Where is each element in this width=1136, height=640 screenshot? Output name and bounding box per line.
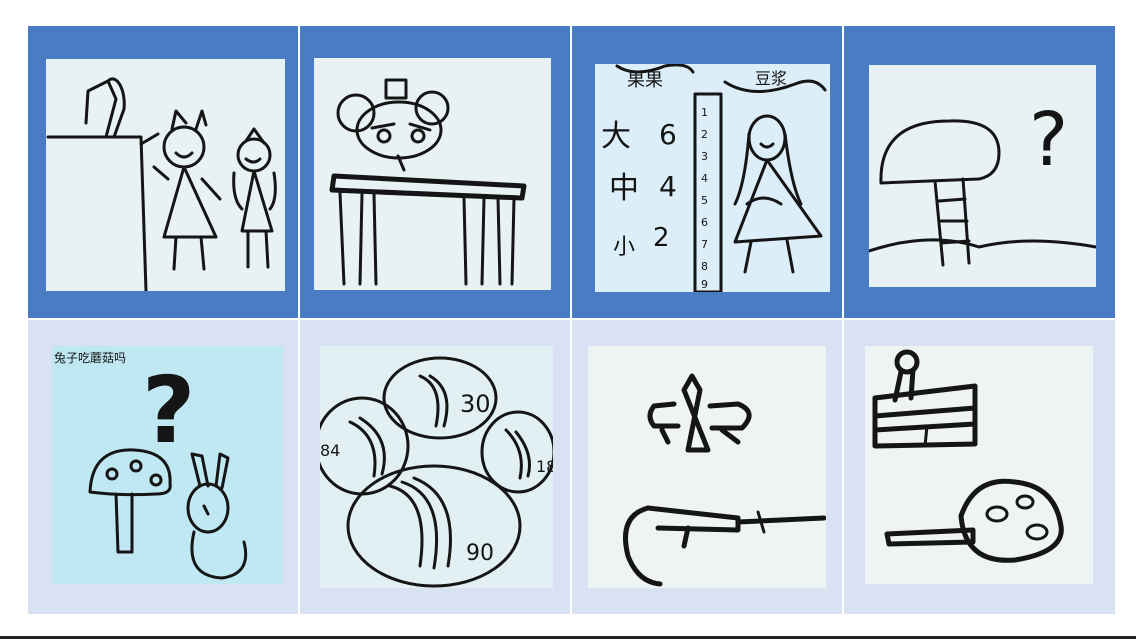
svg-text:5: 5 [701, 194, 708, 207]
panel-7 [572, 320, 842, 614]
size-small-label: 小 [613, 235, 635, 260]
number-90: 90 [466, 541, 494, 566]
svg-text:2: 2 [701, 128, 708, 141]
svg-text:3: 3 [701, 150, 708, 163]
caption-text: 兔子吃蘑菇吗 [54, 350, 126, 365]
drawing-cake-mushroom [865, 346, 1093, 584]
size-mid-label: 中 [609, 171, 639, 206]
drawing-two-girls [46, 59, 285, 291]
svg-text:7: 7 [701, 238, 708, 251]
panel-5: 兔子吃蘑菇吗 ? [28, 320, 298, 614]
svg-text:4: 4 [701, 172, 708, 185]
question-mark: ? [1029, 97, 1068, 183]
svg-text:8: 8 [701, 260, 708, 273]
number-18: 18 [536, 457, 553, 476]
drawing-grid: 果果 豆浆 大 6 中 4 小 2 1 2 3 4 5 6 7 8 9 ? 兔子… [28, 26, 1115, 614]
drawing-tools [588, 346, 826, 588]
drawing-leaves-numbers: 30 84 18 90 [320, 346, 553, 588]
panel-2 [300, 26, 570, 318]
svg-text:1: 1 [701, 106, 708, 119]
drawing-rabbit-mushroom: 兔子吃蘑菇吗 ? [52, 346, 283, 584]
header-right-text: 豆浆 [755, 69, 787, 88]
svg-text:6: 6 [701, 216, 708, 229]
drawing-creature-on-cage [314, 58, 551, 290]
size-small-number: 2 [653, 223, 670, 253]
drawing-mushroom-question: ? [869, 65, 1096, 287]
header-left-text: 果果 [627, 70, 663, 91]
number-84: 84 [320, 441, 340, 460]
size-big-label: 大 [601, 119, 631, 154]
bottom-border [0, 636, 1136, 639]
size-mid-number: 4 [659, 170, 677, 203]
number-30: 30 [460, 390, 491, 418]
panel-1 [28, 26, 298, 318]
size-big-number: 6 [659, 118, 677, 151]
panel-4: ? [844, 26, 1115, 318]
panel-8 [844, 320, 1115, 614]
drawing-girl-with-ruler: 果果 豆浆 大 6 中 4 小 2 1 2 3 4 5 6 7 8 9 [595, 64, 830, 292]
panel-6: 30 84 18 90 [300, 320, 570, 614]
svg-text:9: 9 [701, 278, 708, 291]
ruler-numbers: 1 2 3 4 5 6 7 8 9 [701, 106, 708, 291]
panel-3: 果果 豆浆 大 6 中 4 小 2 1 2 3 4 5 6 7 8 9 [572, 26, 842, 318]
question-mark: ? [142, 357, 195, 464]
